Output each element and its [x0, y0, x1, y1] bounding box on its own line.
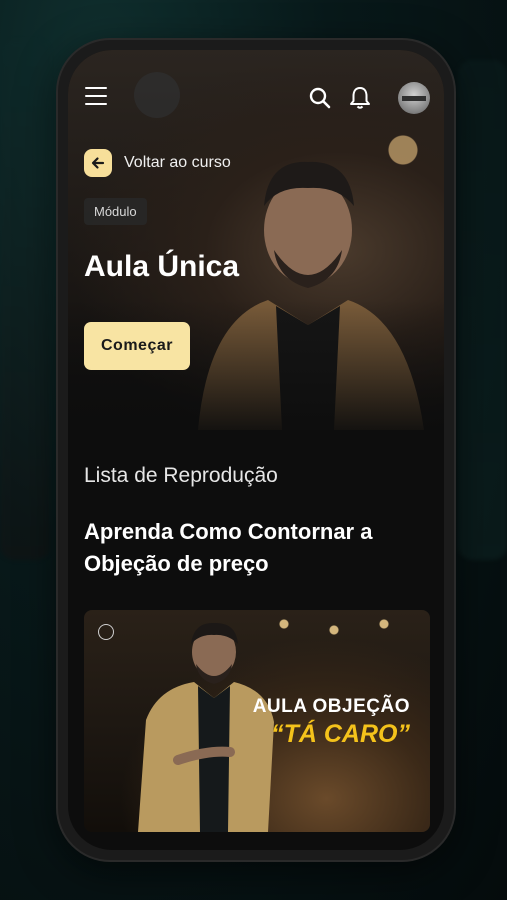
lesson-title: Aprenda Como Contornar a Objeção de preç…: [84, 519, 373, 576]
background-text-right: [452, 160, 507, 220]
thumbnail-presenter: [138, 622, 274, 832]
user-avatar[interactable]: [398, 82, 430, 114]
back-to-course-button[interactable]: Voltar ao curso: [84, 148, 231, 178]
checkbox-icon[interactable]: [98, 624, 114, 640]
hero-fade: [68, 300, 444, 440]
page-title: Aula Única: [84, 250, 240, 283]
search-icon[interactable]: [308, 86, 332, 110]
phone-frame: Voltar ao curso Módulo Aula Única Começa…: [58, 40, 454, 860]
lesson-thumbnail[interactable]: AULA OBJEÇÃO “TÁ CARO”: [84, 610, 430, 832]
module-badge: Módulo: [84, 198, 147, 225]
bell-icon[interactable]: [348, 85, 372, 111]
playlist-heading: Lista de Reprodução: [84, 464, 278, 487]
front-camera: [134, 72, 180, 118]
thumbnail-text-line1: AULA OBJEÇÃO: [252, 696, 410, 717]
arrow-left-icon: [84, 149, 112, 177]
background-panel-right: [458, 60, 507, 560]
top-bar: [68, 50, 444, 140]
back-label: Voltar ao curso: [124, 154, 231, 171]
menu-icon[interactable]: [82, 84, 110, 110]
start-button[interactable]: Começar: [84, 322, 190, 370]
phone-screen: Voltar ao curso Módulo Aula Única Começa…: [68, 50, 444, 850]
thumbnail-text-line2: “TÁ CARO”: [271, 720, 410, 748]
background-panel-left: [0, 40, 50, 560]
